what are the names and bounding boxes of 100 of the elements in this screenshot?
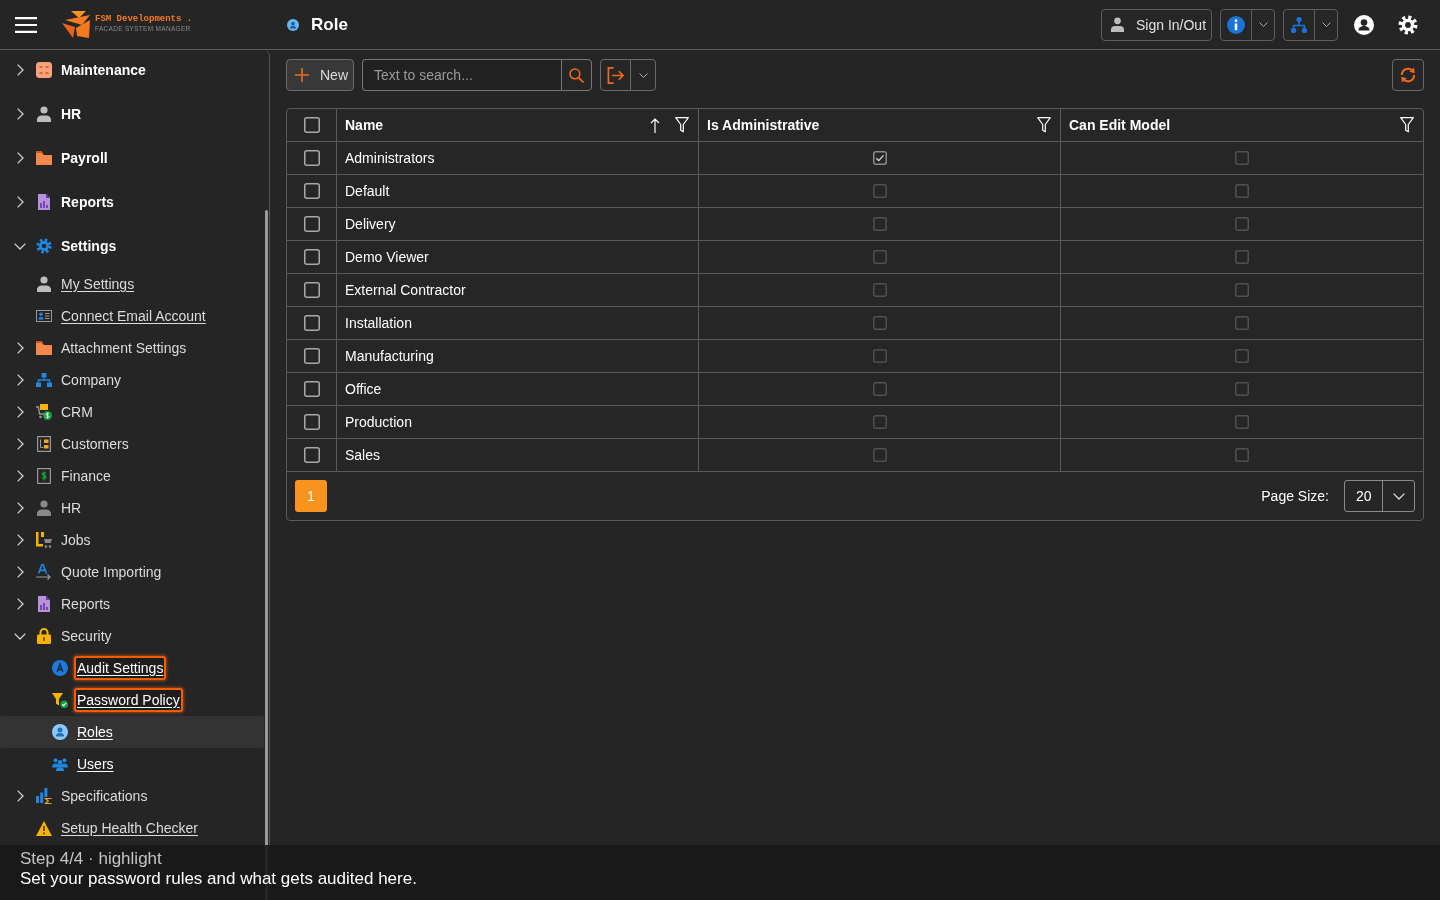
nav-item[interactable]: Finance <box>0 460 264 492</box>
row-checkbox[interactable] <box>303 183 320 199</box>
checkbox[interactable] <box>872 448 887 462</box>
nav-item[interactable]: Jobs <box>0 524 264 556</box>
nav-item[interactable]: HR <box>0 92 264 136</box>
checkbox[interactable] <box>872 151 887 165</box>
nav-item[interactable]: Password Policy <box>0 684 264 716</box>
account-icon[interactable] <box>1354 14 1374 35</box>
checkbox[interactable] <box>1235 316 1249 330</box>
table-cell: Office <box>337 373 699 406</box>
row-checkbox[interactable] <box>303 282 320 298</box>
hierarchy-icon <box>1291 16 1307 33</box>
nav-item[interactable]: Customers <box>0 428 264 460</box>
checkbox[interactable] <box>872 217 887 231</box>
person-icon <box>1111 17 1124 32</box>
person-icon <box>37 106 51 122</box>
checkbox[interactable] <box>872 349 887 363</box>
folder-icon <box>36 341 52 355</box>
nav-item[interactable]: Reports <box>0 180 264 224</box>
contact-card-icon <box>36 310 52 322</box>
row-checkbox[interactable] <box>303 216 320 232</box>
nav-item[interactable]: Reports <box>0 588 264 620</box>
checkbox[interactable] <box>1235 415 1249 429</box>
checkbox[interactable] <box>872 316 887 330</box>
nav-item[interactable]: Specifications <box>0 780 264 812</box>
column-header[interactable]: Name <box>337 109 699 142</box>
column-header[interactable]: Can Edit Model <box>1061 109 1423 142</box>
checkbox[interactable] <box>872 250 887 264</box>
sign-in-out-button[interactable]: Sign In/Out <box>1101 8 1212 41</box>
nav-item[interactable]: Security <box>0 620 264 652</box>
checkbox[interactable] <box>1235 217 1249 231</box>
caret-icon <box>1258 22 1268 27</box>
settings-icon[interactable] <box>1398 14 1418 35</box>
row-checkbox[interactable] <box>303 414 320 430</box>
checkbox[interactable] <box>872 415 887 429</box>
table-cell: Sales <box>337 439 699 472</box>
nav-item[interactable]: Payroll <box>0 136 264 180</box>
export-button[interactable] <box>600 59 631 91</box>
menu-button[interactable] <box>15 16 37 33</box>
nav-item[interactable]: Quote Importing <box>0 556 264 588</box>
checkbox[interactable] <box>1235 382 1249 396</box>
row-checkbox[interactable] <box>303 315 320 331</box>
tour-message: Set your password rules and what gets audited here. <box>20 868 418 889</box>
warning-icon <box>36 820 52 836</box>
info-button[interactable] <box>1220 8 1252 41</box>
settings-icon <box>36 238 52 254</box>
select-all-checkbox[interactable] <box>303 117 320 133</box>
page-size-select[interactable]: 20 <box>1344 480 1415 512</box>
filter-icon[interactable] <box>1037 117 1051 133</box>
checkbox[interactable] <box>1235 283 1249 297</box>
dollar-box-icon <box>37 468 51 484</box>
hierarchy-button[interactable] <box>1283 8 1315 41</box>
filter-icon[interactable] <box>675 117 689 133</box>
nav-item[interactable]: Attachment Settings <box>0 332 264 364</box>
user-group-icon <box>52 757 68 771</box>
nav-item[interactable]: Connect Email Account <box>0 300 264 332</box>
export-dropdown-button[interactable] <box>630 59 656 91</box>
cart-dollar-icon <box>36 404 52 420</box>
refresh-button[interactable] <box>1392 59 1424 91</box>
checkbox[interactable] <box>1235 151 1249 165</box>
tour-step: Step 4/4 · highlight <box>20 849 1420 868</box>
checklist-icon <box>36 62 52 78</box>
filter-icon[interactable] <box>1400 117 1414 133</box>
column-header[interactable]: Is Administrative <box>699 109 1061 142</box>
checkbox[interactable] <box>872 283 887 297</box>
new-button[interactable]: New <box>286 59 354 91</box>
checkbox[interactable] <box>872 382 887 396</box>
person-icon <box>37 500 51 516</box>
row-checkbox[interactable] <box>303 381 320 397</box>
lock-icon <box>37 628 51 644</box>
row-checkbox[interactable] <box>303 348 320 364</box>
checkbox[interactable] <box>1235 184 1249 198</box>
nav-item[interactable]: Maintenance <box>0 50 264 92</box>
nav-item[interactable]: Settings <box>0 224 264 268</box>
nav-item[interactable]: Users <box>0 748 264 780</box>
nav-item[interactable]: CRM <box>0 396 264 428</box>
hierarchy-dropdown-button[interactable] <box>1314 8 1338 41</box>
search-field[interactable]: Text to search... <box>362 59 561 91</box>
checkbox[interactable] <box>1235 250 1249 264</box>
row-checkbox[interactable] <box>303 249 320 265</box>
nav-item[interactable]: My Settings <box>0 268 264 300</box>
folder-icon <box>36 151 52 165</box>
nav-item[interactable]: Setup Health Checker <box>0 812 264 844</box>
report-chart-icon <box>38 194 50 210</box>
row-checkbox[interactable] <box>303 447 320 463</box>
nav-item[interactable]: Roles <box>0 716 264 748</box>
row-checkbox[interactable] <box>303 150 320 166</box>
user-circle-icon <box>52 724 68 740</box>
bar-sigma-icon <box>36 788 52 804</box>
checkbox[interactable] <box>1235 349 1249 363</box>
filter-check-icon <box>52 692 68 708</box>
checkbox[interactable] <box>1235 448 1249 462</box>
checkbox[interactable] <box>872 184 887 198</box>
nav-item[interactable]: Company <box>0 364 264 396</box>
search-icon <box>569 67 584 83</box>
nav-item[interactable]: HR <box>0 492 264 524</box>
table-cell: Administrators <box>337 142 699 175</box>
table-cell: External Contractor <box>337 274 699 307</box>
nav-item[interactable]: Audit Settings <box>0 652 264 684</box>
search-button[interactable] <box>561 59 592 91</box>
